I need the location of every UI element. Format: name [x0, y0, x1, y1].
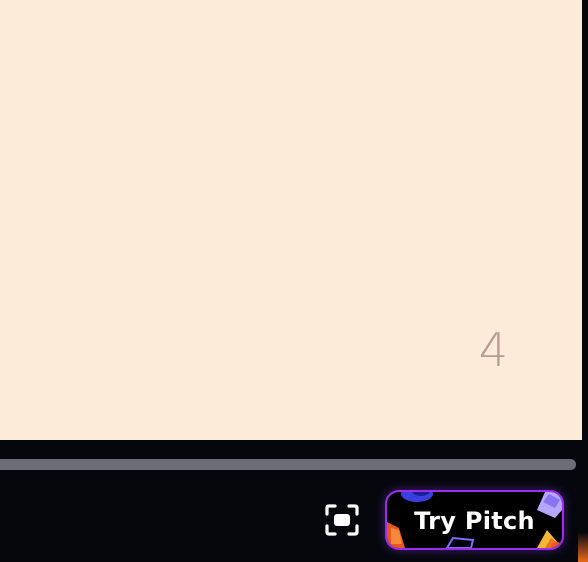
presentation-viewer: 4 Try Pitch	[0, 0, 588, 562]
try-pitch-button[interactable]: Try Pitch	[385, 490, 564, 550]
slide-page-number: 4	[478, 323, 508, 377]
scrollbar-thumb[interactable]	[0, 459, 576, 470]
slide-canvas[interactable]: 4	[0, 0, 582, 440]
try-pitch-label: Try Pitch	[414, 507, 535, 535]
fullscreen-button[interactable]	[324, 503, 360, 537]
fullscreen-icon	[325, 504, 359, 536]
viewer-edge	[578, 0, 588, 562]
horizontal-scrollbar[interactable]	[0, 459, 576, 470]
corner-accent	[578, 532, 588, 562]
